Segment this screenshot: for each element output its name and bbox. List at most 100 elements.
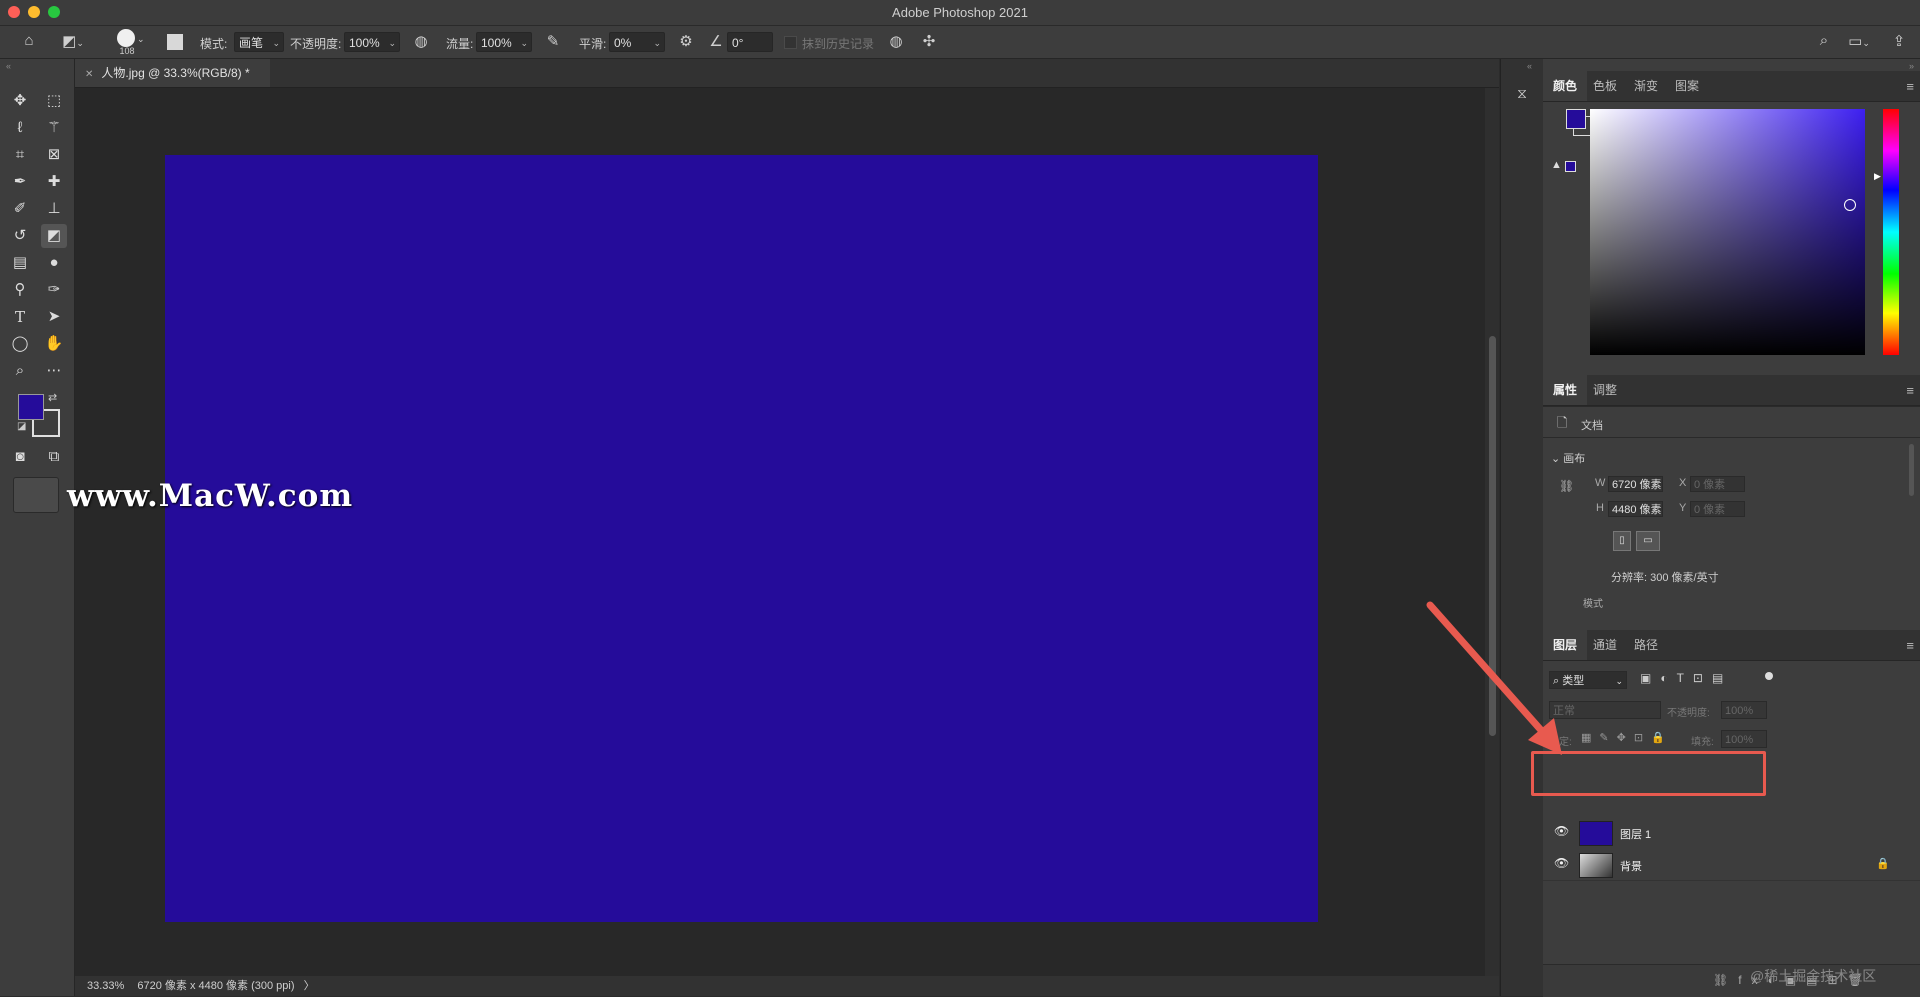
default-colors-icon[interactable]: ◪ <box>17 421 26 432</box>
tab-properties[interactable]: 属性 <box>1543 375 1588 405</box>
home-icon[interactable]: ⌂ <box>18 32 40 49</box>
x-input[interactable]: 0 像素 <box>1690 476 1745 492</box>
tab-channels[interactable]: 通道 <box>1583 630 1627 660</box>
brush-settings-icon[interactable] <box>167 34 183 50</box>
visibility-eye-icon[interactable]: 👁 <box>1554 824 1569 838</box>
panel-menu-icon[interactable]: ≡ <box>1906 638 1914 653</box>
landscape-orientation-icon[interactable]: ▭ <box>1636 531 1660 551</box>
healing-brush-tool-icon[interactable]: ✚ <box>41 170 67 194</box>
crop-tool-icon[interactable]: ⌗ <box>7 143 33 167</box>
layer-name[interactable]: 图层 1 <box>1620 826 1651 842</box>
collapse-toolbar-icon[interactable]: « <box>6 61 11 71</box>
hand-tool-icon[interactable]: ✋ <box>41 332 67 356</box>
lock-icons[interactable]: ▦✎✥⊡🔒 <box>1581 731 1673 744</box>
airbrush-icon[interactable]: ✎ <box>542 32 564 50</box>
layer-opacity-input[interactable]: 100% <box>1721 701 1767 719</box>
close-tab-icon[interactable]: ✕ <box>75 69 101 80</box>
dodge-tool-icon[interactable]: ⚲ <box>7 278 33 302</box>
layer-name[interactable]: 背景 <box>1620 858 1642 874</box>
fill-input[interactable]: 100% <box>1721 730 1767 748</box>
symmetry-icon[interactable]: ✣ <box>918 32 940 50</box>
pressure-size-icon[interactable]: ◍ <box>885 32 907 50</box>
brush-tool-icon[interactable]: ✐ <box>7 197 33 221</box>
color-picker-handle[interactable] <box>1844 199 1856 211</box>
gamut-warning-icon[interactable]: ▲ <box>1551 159 1562 171</box>
path-selection-tool-icon[interactable]: ➤ <box>41 305 67 329</box>
properties-scroll-thumb[interactable] <box>1909 444 1914 496</box>
layer-row-background[interactable]: 👁 背景 🔒 <box>1543 849 1920 880</box>
swap-colors-icon[interactable]: ⇄ <box>48 391 57 404</box>
document-canvas[interactable] <box>165 155 1318 922</box>
eraser-preset-icon[interactable]: ◩⌄ <box>62 32 84 50</box>
brush-dropdown-icon[interactable]: ⌄ <box>137 34 145 45</box>
link-dimensions-icon[interactable]: ⛓ <box>1559 479 1574 493</box>
canvas-area[interactable] <box>75 88 1485 976</box>
gradient-tool-icon[interactable]: ▤ <box>7 251 33 275</box>
erase-history-checkbox[interactable] <box>784 36 797 49</box>
history-panel-icon[interactable]: ⧖ <box>1512 85 1532 105</box>
height-input[interactable]: 4480 像素 <box>1608 501 1663 517</box>
gear-icon[interactable]: ⚙ <box>675 32 697 50</box>
quick-mask-icon[interactable]: ◙ <box>7 445 33 469</box>
hue-slider[interactable] <box>1883 109 1899 355</box>
expand-panels-icon[interactable]: « <box>1527 61 1532 71</box>
foreground-color-swatch[interactable] <box>18 394 44 420</box>
search-icon[interactable]: ⌕ <box>1813 32 1835 49</box>
y-input[interactable]: 0 像素 <box>1690 501 1745 517</box>
ellipse-tool-icon[interactable]: ◯ <box>7 332 33 356</box>
magic-wand-tool-icon[interactable]: ⚚ <box>41 116 67 140</box>
zoom-level[interactable]: 33.33% <box>87 980 124 992</box>
layer-filter-icons[interactable]: ▣◐T⊡▤ <box>1640 671 1732 685</box>
lock-icon[interactable]: 🔒 <box>1876 857 1890 870</box>
tab-adjustments[interactable]: 调整 <box>1583 375 1627 405</box>
stamp-tool-icon[interactable]: ⊥ <box>41 197 67 221</box>
eraser-tool-icon[interactable]: ◩ <box>41 224 67 248</box>
blur-tool-icon[interactable]: ● <box>41 251 67 275</box>
tab-color[interactable]: 颜色 <box>1543 71 1588 101</box>
portrait-orientation-icon[interactable]: ▯ <box>1613 531 1631 551</box>
hue-slider-handle[interactable]: ▶ <box>1874 171 1881 182</box>
filter-toggle-icon[interactable] <box>1765 672 1773 680</box>
type-tool-icon[interactable]: T <box>7 305 33 329</box>
share-icon[interactable]: ⇪ <box>1888 32 1910 50</box>
document-icon: 🗋 <box>1557 415 1568 430</box>
history-brush-tool-icon[interactable]: ↺ <box>7 224 33 248</box>
panel-menu-icon[interactable]: ≡ <box>1906 383 1914 398</box>
panel-menu-icon[interactable]: ≡ <box>1906 79 1914 94</box>
status-chevron-icon[interactable]: 〉 <box>304 980 315 992</box>
tab-gradients[interactable]: 渐变 <box>1624 71 1668 101</box>
websafe-swatch[interactable] <box>1565 161 1576 172</box>
opacity-input[interactable]: 100% ⌄ <box>344 32 400 52</box>
visibility-eye-icon[interactable]: 👁 <box>1554 856 1569 870</box>
document-info[interactable]: 6720 像素 x 4480 像素 (300 ppi) <box>137 980 294 992</box>
smooth-input[interactable]: 0% ⌄ <box>609 32 665 52</box>
collapse-right-panel-icon[interactable]: » <box>1909 61 1914 71</box>
workspace-icon[interactable]: ▭⌄ <box>1842 32 1876 50</box>
flow-input[interactable]: 100% ⌄ <box>476 32 532 52</box>
screen-mode-icon[interactable]: ⧉ <box>41 445 67 469</box>
edit-toolbar-icon[interactable] <box>13 477 59 513</box>
frame-tool-icon[interactable]: ⊠ <box>41 143 67 167</box>
tab-swatches[interactable]: 色板 <box>1583 71 1627 101</box>
layer-row-layer-1[interactable]: 👁 图层 1 <box>1543 817 1920 848</box>
color-field[interactable] <box>1590 109 1865 355</box>
canvas-section-toggle[interactable]: ⌄ 画布 <box>1551 450 1585 466</box>
tab-paths[interactable]: 路径 <box>1624 630 1668 660</box>
pressure-opacity-icon[interactable]: ◍ <box>410 32 432 50</box>
lasso-tool-icon[interactable]: ℓ <box>7 116 33 140</box>
eyedropper-tool-icon[interactable]: ✒ <box>7 170 33 194</box>
document-tab[interactable]: ✕ 人物.jpg @ 33.3%(RGB/8) * <box>75 59 270 87</box>
vertical-scrollbar[interactable] <box>1485 88 1499 976</box>
marquee-tool-icon[interactable]: ⬚ <box>41 89 67 113</box>
angle-input[interactable]: 0° <box>727 32 773 52</box>
move-tool-icon[interactable]: ✥ <box>7 89 33 113</box>
zoom-tool-icon[interactable]: ⌕ <box>7 359 33 383</box>
pen-tool-icon[interactable]: ✑ <box>41 278 67 302</box>
more-tools-icon[interactable]: ⋯ <box>41 359 67 383</box>
mode-select[interactable]: 画笔 ⌄ <box>234 32 284 52</box>
width-input[interactable]: 6720 像素 <box>1608 476 1663 492</box>
title-bar: Adobe Photoshop 2021 <box>0 0 1920 26</box>
color-panel-fg-swatch[interactable] <box>1566 109 1586 129</box>
tab-patterns[interactable]: 图案 <box>1665 71 1709 101</box>
brush-preview-icon[interactable] <box>117 29 135 47</box>
